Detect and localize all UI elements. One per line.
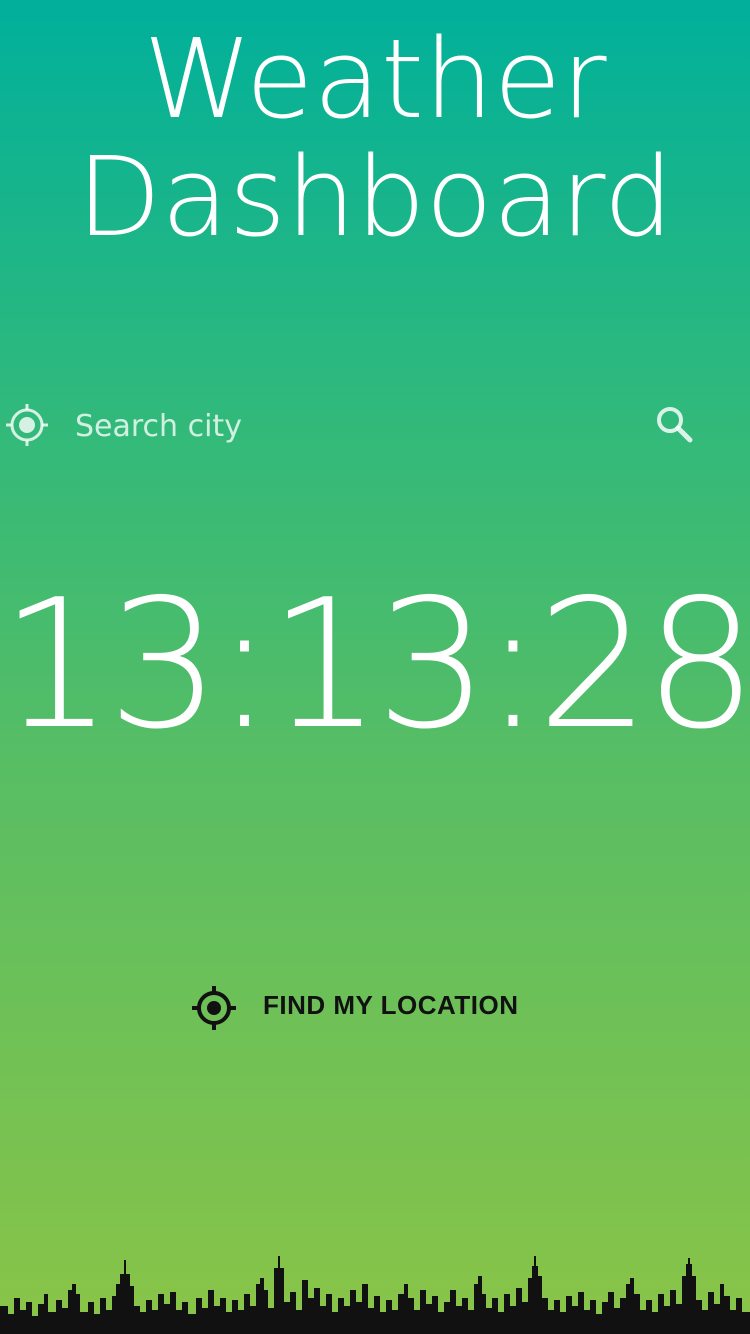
find-my-location-button[interactable]: FIND MY LOCATION (186, 978, 546, 1038)
city-skyline (0, 1256, 750, 1334)
search-bar (0, 396, 750, 456)
find-my-location-label: FIND MY LOCATION (263, 990, 519, 1020)
page-title: Weather Dashboard (0, 20, 750, 256)
title-line-dashboard: Dashboard (76, 133, 674, 261)
crosshair-icon[interactable] (4, 402, 50, 448)
clock-display: 13:13:28 (0, 561, 750, 768)
title-line-weather: Weather (143, 15, 607, 143)
gps-target-icon (192, 986, 236, 1030)
search-icon[interactable] (652, 402, 698, 448)
search-input[interactable] (75, 401, 615, 451)
